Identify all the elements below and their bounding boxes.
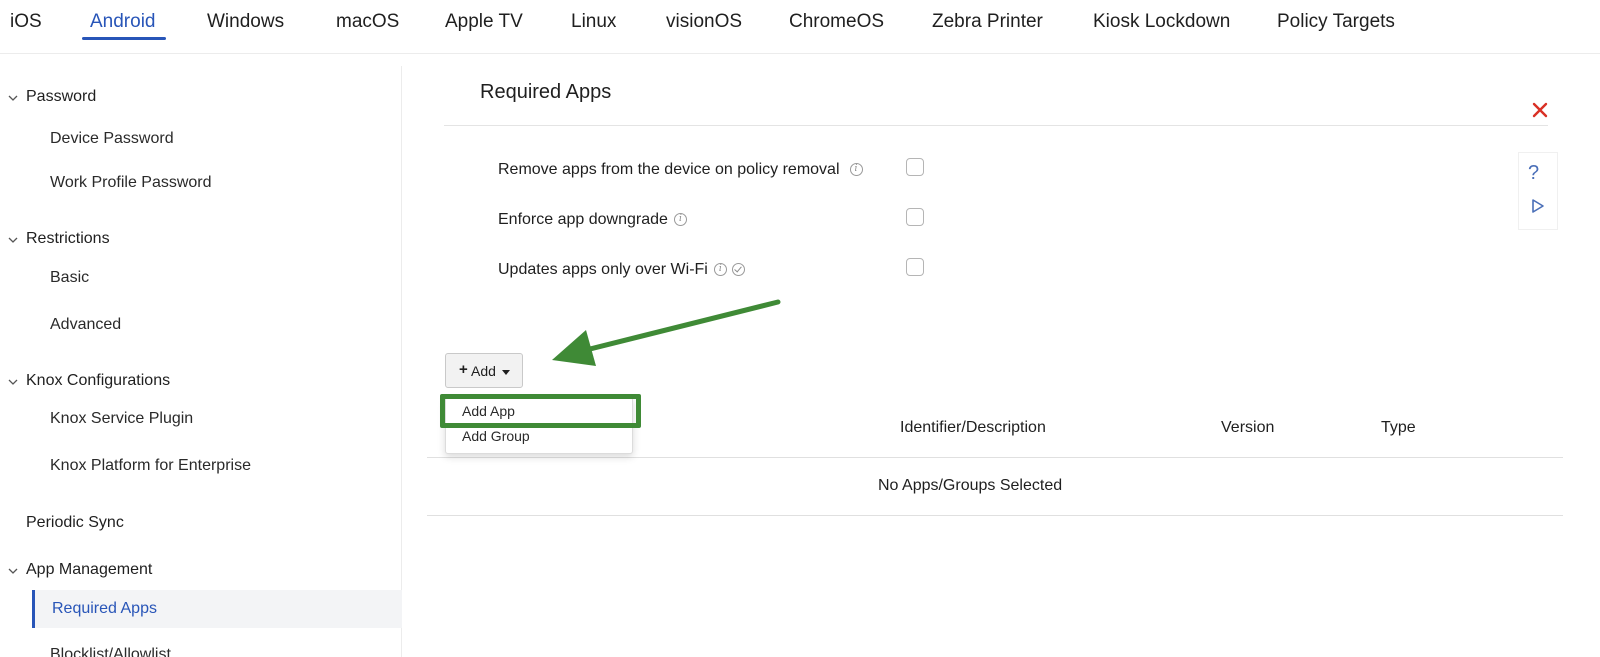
option-remove-apps: Remove apps from the device on policy re…: [498, 161, 863, 179]
info-icon[interactable]: i: [849, 163, 863, 177]
table-header-divider: [427, 457, 1563, 458]
option-label: Remove apps from the device on policy re…: [498, 161, 840, 178]
tab-policy-targets[interactable]: Policy Targets: [1277, 11, 1395, 33]
chevron-down-icon: [8, 568, 18, 574]
platform-tabs: iOS Android Windows macOS Apple TV Linux…: [0, 0, 1600, 54]
info-icon[interactable]: i: [673, 213, 687, 227]
sidebar-item-basic[interactable]: Basic: [50, 269, 89, 287]
sidebar-group-label: App Management: [26, 561, 153, 578]
option-enforce-downgrade: Enforce app downgrade i: [498, 211, 687, 229]
menu-item-add-group[interactable]: Add Group: [462, 428, 530, 444]
option-label: Updates apps only over Wi-Fi: [498, 261, 708, 278]
sidebar-group-label: Password: [26, 88, 97, 105]
tab-linux[interactable]: Linux: [571, 11, 616, 33]
plus-icon: +: [459, 361, 468, 378]
tab-visionos[interactable]: visionOS: [666, 11, 742, 33]
sidebar-group-label: Knox Configurations: [26, 372, 171, 389]
sidebar-group-label: Restrictions: [26, 230, 110, 247]
column-header-type[interactable]: Type: [1381, 419, 1416, 437]
empty-state-message: No Apps/Groups Selected: [878, 477, 1063, 494]
sidebar-active-indicator: [32, 590, 35, 628]
tab-ios[interactable]: iOS: [10, 11, 42, 33]
check-circle-icon: [731, 263, 745, 277]
column-header-identifier[interactable]: Identifier/Description: [900, 419, 1046, 437]
remove-apps-checkbox[interactable]: [906, 158, 924, 176]
sidebar-group-label: Periodic Sync: [26, 514, 124, 531]
tab-macos[interactable]: macOS: [336, 11, 399, 33]
annotation-highlight-box: [440, 394, 641, 428]
tab-zebra-printer[interactable]: Zebra Printer: [932, 11, 1043, 33]
sidebar-item-advanced[interactable]: Advanced: [50, 316, 121, 334]
sidebar-item-knox-service-plugin[interactable]: Knox Service Plugin: [50, 410, 193, 428]
page-title: Required Apps: [480, 81, 612, 103]
annotation-arrow: [552, 299, 781, 366]
option-wifi-updates: Updates apps only over Wi-Fi i: [498, 261, 745, 279]
sidebar-group-app-management[interactable]: App Management: [0, 561, 300, 583]
tab-chromeos[interactable]: ChromeOS: [789, 11, 884, 33]
add-button[interactable]: + Add: [445, 353, 523, 388]
tab-apple-tv[interactable]: Apple TV: [445, 11, 523, 33]
chevron-down-icon: [8, 237, 18, 243]
table-bottom-divider: [427, 515, 1563, 516]
help-icon[interactable]: ?: [1528, 162, 1539, 185]
enforce-downgrade-checkbox[interactable]: [906, 208, 924, 226]
tab-windows[interactable]: Windows: [207, 11, 284, 33]
sidebar-item-knox-platform[interactable]: Knox Platform for Enterprise: [50, 457, 251, 475]
sidebar-group-restrictions[interactable]: Restrictions: [0, 230, 300, 252]
column-header-version[interactable]: Version: [1221, 419, 1274, 437]
caret-down-icon: [502, 370, 510, 375]
option-label: Enforce app downgrade: [498, 211, 668, 228]
chevron-down-icon: [8, 95, 18, 101]
active-tab-underline: [82, 37, 166, 40]
play-icon[interactable]: [1530, 198, 1546, 214]
sidebar-item-required-apps[interactable]: Required Apps: [52, 600, 157, 618]
info-icon[interactable]: i: [713, 263, 727, 277]
close-icon[interactable]: [1530, 100, 1550, 120]
sidebar-group-password[interactable]: Password: [0, 88, 300, 110]
add-button-label: Add: [471, 363, 496, 379]
tab-android[interactable]: Android: [90, 11, 156, 33]
tab-kiosk-lockdown[interactable]: Kiosk Lockdown: [1093, 11, 1230, 33]
chevron-down-icon: [8, 379, 18, 385]
sidebar-group-periodic-sync[interactable]: Periodic Sync: [0, 514, 300, 536]
sidebar-item-work-profile-password[interactable]: Work Profile Password: [50, 174, 212, 192]
title-divider: [444, 125, 1548, 126]
sidebar-group-knox[interactable]: Knox Configurations: [0, 372, 300, 394]
wifi-updates-checkbox[interactable]: [906, 258, 924, 276]
sidebar-item-blocklist-allowlist[interactable]: Blocklist/Allowlist: [50, 646, 171, 657]
sidebar-item-device-password[interactable]: Device Password: [50, 130, 174, 148]
